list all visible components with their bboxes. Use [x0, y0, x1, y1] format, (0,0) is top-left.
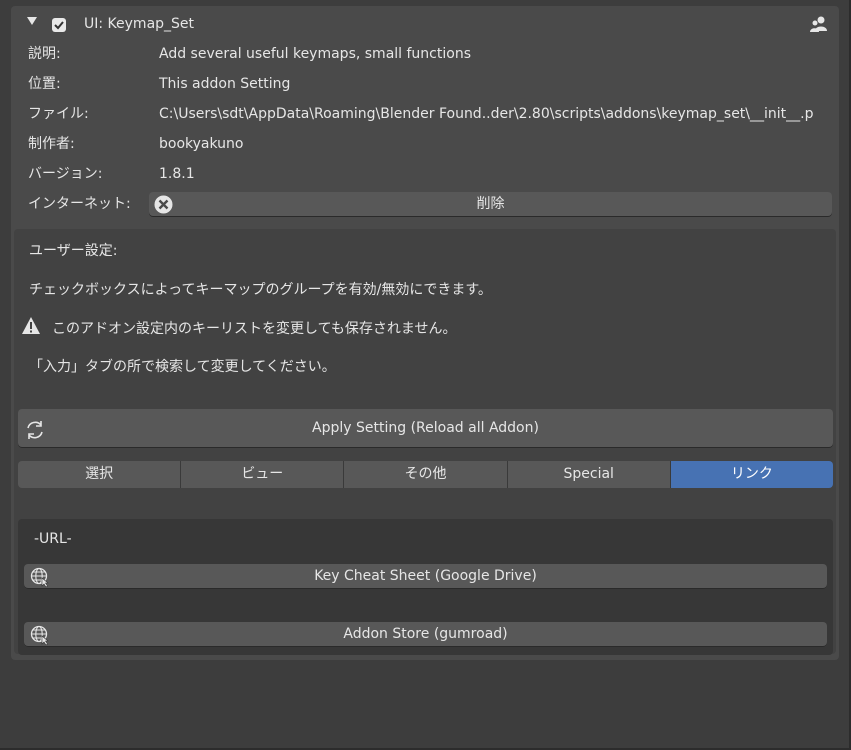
info-value: bookyakuno: [159, 136, 244, 152]
addon-header[interactable]: UI: Keymap_Set: [11, 6, 839, 42]
url-box: -URL- Key Cheat Sheet (Google Drive) Add…: [18, 519, 833, 655]
category-tabs: 選択 ビュー その他 Special リンク: [18, 461, 834, 488]
close-circle-icon: [154, 195, 173, 223]
info-location: 位置: This addon Setting: [11, 69, 839, 99]
tab-select[interactable]: 選択: [18, 461, 182, 488]
addon-panel: UI: Keymap_Set 説明: Add several useful ke…: [11, 6, 839, 660]
prefs-line3: 「入力」タブの所で検索して変更してください。: [29, 359, 336, 375]
cheat-sheet-label: Key Cheat Sheet (Google Drive): [314, 568, 537, 584]
tab-other[interactable]: その他: [344, 461, 508, 488]
info-label: ファイル:: [28, 106, 89, 122]
expand-triangle-icon[interactable]: [27, 17, 37, 25]
addon-store-label: Addon Store (gumroad): [343, 626, 508, 642]
warning-icon: [21, 316, 41, 339]
tab-special[interactable]: Special: [507, 461, 671, 488]
info-value: Add several useful keymaps, small functi…: [159, 46, 471, 62]
info-author: 制作者: bookyakuno: [11, 129, 839, 159]
info-version: バージョン: 1.8.1: [11, 159, 839, 189]
info-value: This addon Setting: [159, 76, 291, 92]
info-label: 説明:: [28, 46, 61, 62]
checkmark-icon: [54, 21, 64, 30]
info-label: 制作者:: [28, 136, 75, 152]
addon-title: UI: Keymap_Set: [84, 16, 195, 32]
addon-store-link-button[interactable]: Addon Store (gumroad): [24, 622, 827, 647]
user-icon: [809, 15, 829, 37]
url-heading: -URL-: [34, 531, 72, 547]
tab-link[interactable]: リンク: [670, 461, 834, 488]
info-file: ファイル: C:\Users\sdt\AppData\Roaming\Blend…: [11, 99, 839, 129]
globe-link-icon: [30, 625, 52, 654]
tab-view[interactable]: ビュー: [181, 461, 345, 488]
refresh-icon: [24, 418, 46, 457]
info-label: バージョン:: [28, 166, 103, 182]
info-label: インターネット:: [28, 196, 131, 212]
prefs-warning: このアドオン設定内のキーリストを変更しても保存されません。: [52, 321, 457, 337]
cheat-sheet-link-button[interactable]: Key Cheat Sheet (Google Drive): [24, 564, 827, 589]
info-description: 説明: Add several useful keymaps, small fu…: [11, 39, 839, 69]
remove-label: 削除: [476, 196, 505, 212]
remove-button[interactable]: 削除: [149, 192, 832, 217]
info-label: 位置:: [28, 76, 61, 92]
prefs-line1: チェックボックスによってキーマップのグループを有効/無効にできます。: [29, 282, 492, 298]
apply-setting-label: Apply Setting (Reload all Addon): [312, 420, 539, 436]
enable-checkbox[interactable]: [52, 18, 66, 32]
info-value: 1.8.1: [159, 166, 195, 182]
apply-setting-button[interactable]: Apply Setting (Reload all Addon): [18, 409, 833, 448]
prefs-heading: ユーザー設定:: [29, 243, 118, 259]
info-value: C:\Users\sdt\AppData\Roaming\Blender Fou…: [159, 106, 814, 122]
preferences-panel: ユーザー設定: チェックボックスによってキーマップのグループを有効/無効にできま…: [14, 229, 836, 655]
globe-link-icon: [30, 567, 52, 596]
